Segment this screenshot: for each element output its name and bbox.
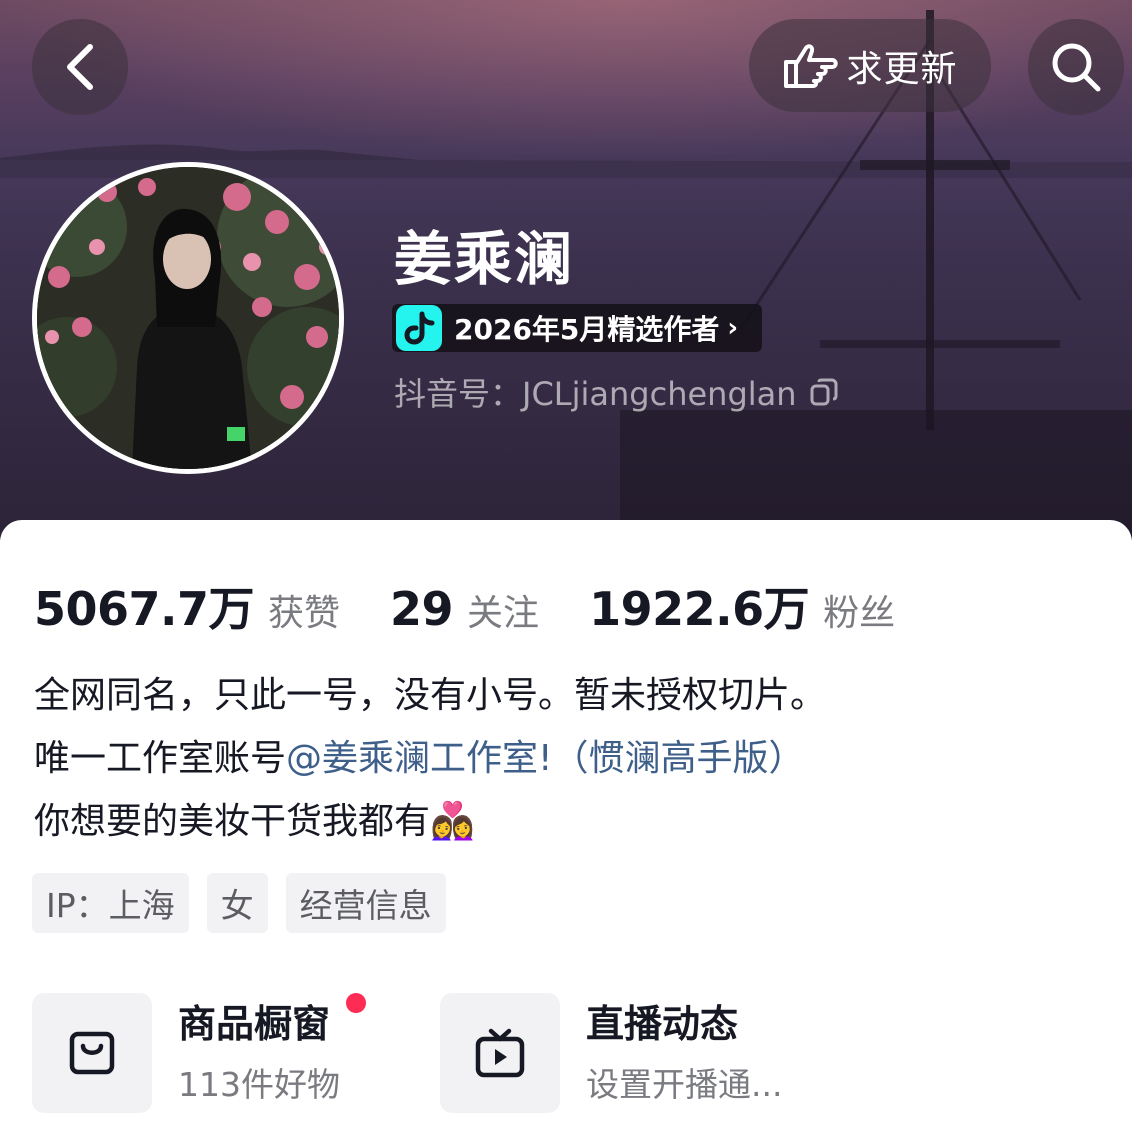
douyin-logo-icon	[396, 305, 442, 351]
search-icon	[1052, 43, 1101, 92]
followers-count[interactable]: 1922.6万	[589, 573, 810, 639]
creator-badge-label: 2026年5月精选作者	[454, 313, 720, 346]
likes-label: 获赞	[268, 593, 341, 634]
chevron-right-icon: ›	[727, 313, 739, 343]
live-updates-subtitle: 设置开播通...	[586, 1065, 783, 1104]
live-icon-box	[440, 993, 560, 1113]
search-button[interactable]	[1028, 19, 1124, 115]
shop-icon-box	[32, 993, 152, 1113]
chevron-left-icon	[67, 44, 93, 90]
back-button[interactable]	[32, 19, 128, 115]
shop-window-title: 商品橱窗	[178, 1002, 331, 1046]
live-updates-entry[interactable]: 直播动态 设置开播通...	[440, 993, 782, 1113]
profile-tags: IP：上海 女 经营信息	[32, 873, 446, 933]
avatar-photo	[37, 167, 339, 469]
shop-window-entry[interactable]: 商品橱窗 113件好物	[32, 993, 366, 1113]
following-label: 关注	[467, 593, 540, 634]
studio-mention-link[interactable]: @姜乘澜工作室!（惯澜高手版）	[286, 738, 804, 779]
couple-heart-emoji-icon: 👩‍❤️‍👩	[430, 801, 475, 842]
avatar[interactable]	[32, 162, 344, 474]
shopping-bag-icon	[69, 1031, 115, 1075]
tag-business-info[interactable]: 经营信息	[285, 873, 446, 933]
tag-ip-location: IP：上海	[32, 873, 189, 933]
pointing-hand-icon	[784, 43, 839, 88]
bio-line-2-text: 唯一工作室账号	[34, 738, 287, 779]
bio-line-3: 你想要的美妆干货我都有👩‍❤️‍👩	[34, 800, 1114, 844]
shop-window-subtitle: 113件好物	[178, 1065, 340, 1104]
notification-dot	[346, 993, 366, 1013]
tv-play-icon	[475, 1028, 525, 1078]
likes-count[interactable]: 5067.7万	[34, 573, 255, 639]
tag-gender: 女	[206, 873, 268, 933]
live-updates-title: 直播动态	[586, 1002, 739, 1046]
copy-icon[interactable]	[809, 377, 839, 407]
creator-badge[interactable]: 2026年5月精选作者 ›	[392, 304, 762, 352]
douyin-id-row[interactable]: 抖音号：JCLjiangchenglan	[394, 368, 839, 416]
following-count[interactable]: 29	[390, 582, 454, 636]
bio-line-1: 全网同名，只此一号，没有小号。暂未授权切片。	[34, 675, 827, 716]
bio-line-2: 唯一工作室账号@姜乘澜工作室!（惯澜高手版）	[34, 737, 1114, 781]
request-update-button[interactable]: 求更新	[749, 19, 991, 112]
request-update-label: 求更新	[846, 48, 958, 90]
stats-row: 5067.7万 获赞 29 关注 1922.6万 粉丝	[34, 573, 895, 636]
profile-name: 姜乘澜	[394, 225, 575, 293]
followers-label: 粉丝	[823, 593, 896, 634]
douyin-id-label: 抖音号：JCLjiangchenglan	[394, 375, 797, 413]
bio-line-3-text: 你想要的美妆干货我都有	[34, 801, 431, 842]
